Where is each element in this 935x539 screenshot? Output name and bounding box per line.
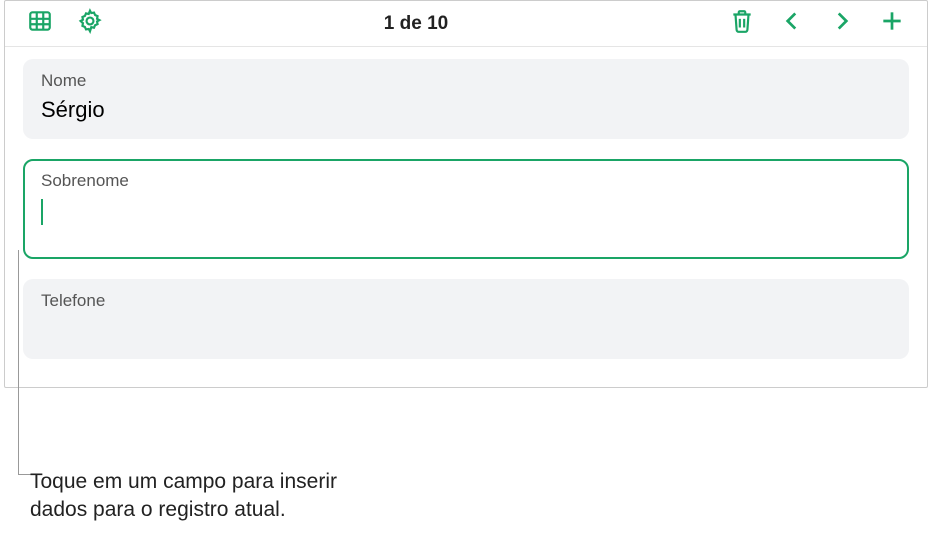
toolbar: 1 de 10 [5,1,927,47]
toolbar-left-group [15,5,115,43]
chevron-left-icon [779,8,805,39]
form-area: Nome Sérgio Sobrenome Telefone [5,47,927,387]
record-counter: 1 de 10 [115,13,717,35]
callout-leader-line [18,250,34,475]
callout-text: Toque em um campo para inserir dados par… [30,468,390,525]
trash-icon [729,8,755,39]
surname-field-card[interactable]: Sobrenome [23,159,909,259]
delete-button[interactable] [717,5,767,43]
form-editor-window: 1 de 10 [4,0,928,388]
gear-icon [77,8,103,39]
name-field-card[interactable]: Nome Sérgio [23,59,909,139]
surname-input[interactable] [41,197,891,225]
chevron-right-icon [829,8,855,39]
plus-icon [879,8,905,39]
name-field-label: Nome [41,71,891,91]
previous-record-button[interactable] [767,5,817,43]
text-caret [41,199,43,225]
phone-field-card[interactable]: Telefone [23,279,909,359]
surname-field-label: Sobrenome [41,171,891,191]
name-field-value: Sérgio [41,97,891,123]
next-record-button[interactable] [817,5,867,43]
table-icon [27,8,53,39]
settings-button[interactable] [65,5,115,43]
table-view-button[interactable] [15,5,65,43]
phone-field-label: Telefone [41,291,891,311]
toolbar-right-group [717,5,917,43]
add-record-button[interactable] [867,5,917,43]
